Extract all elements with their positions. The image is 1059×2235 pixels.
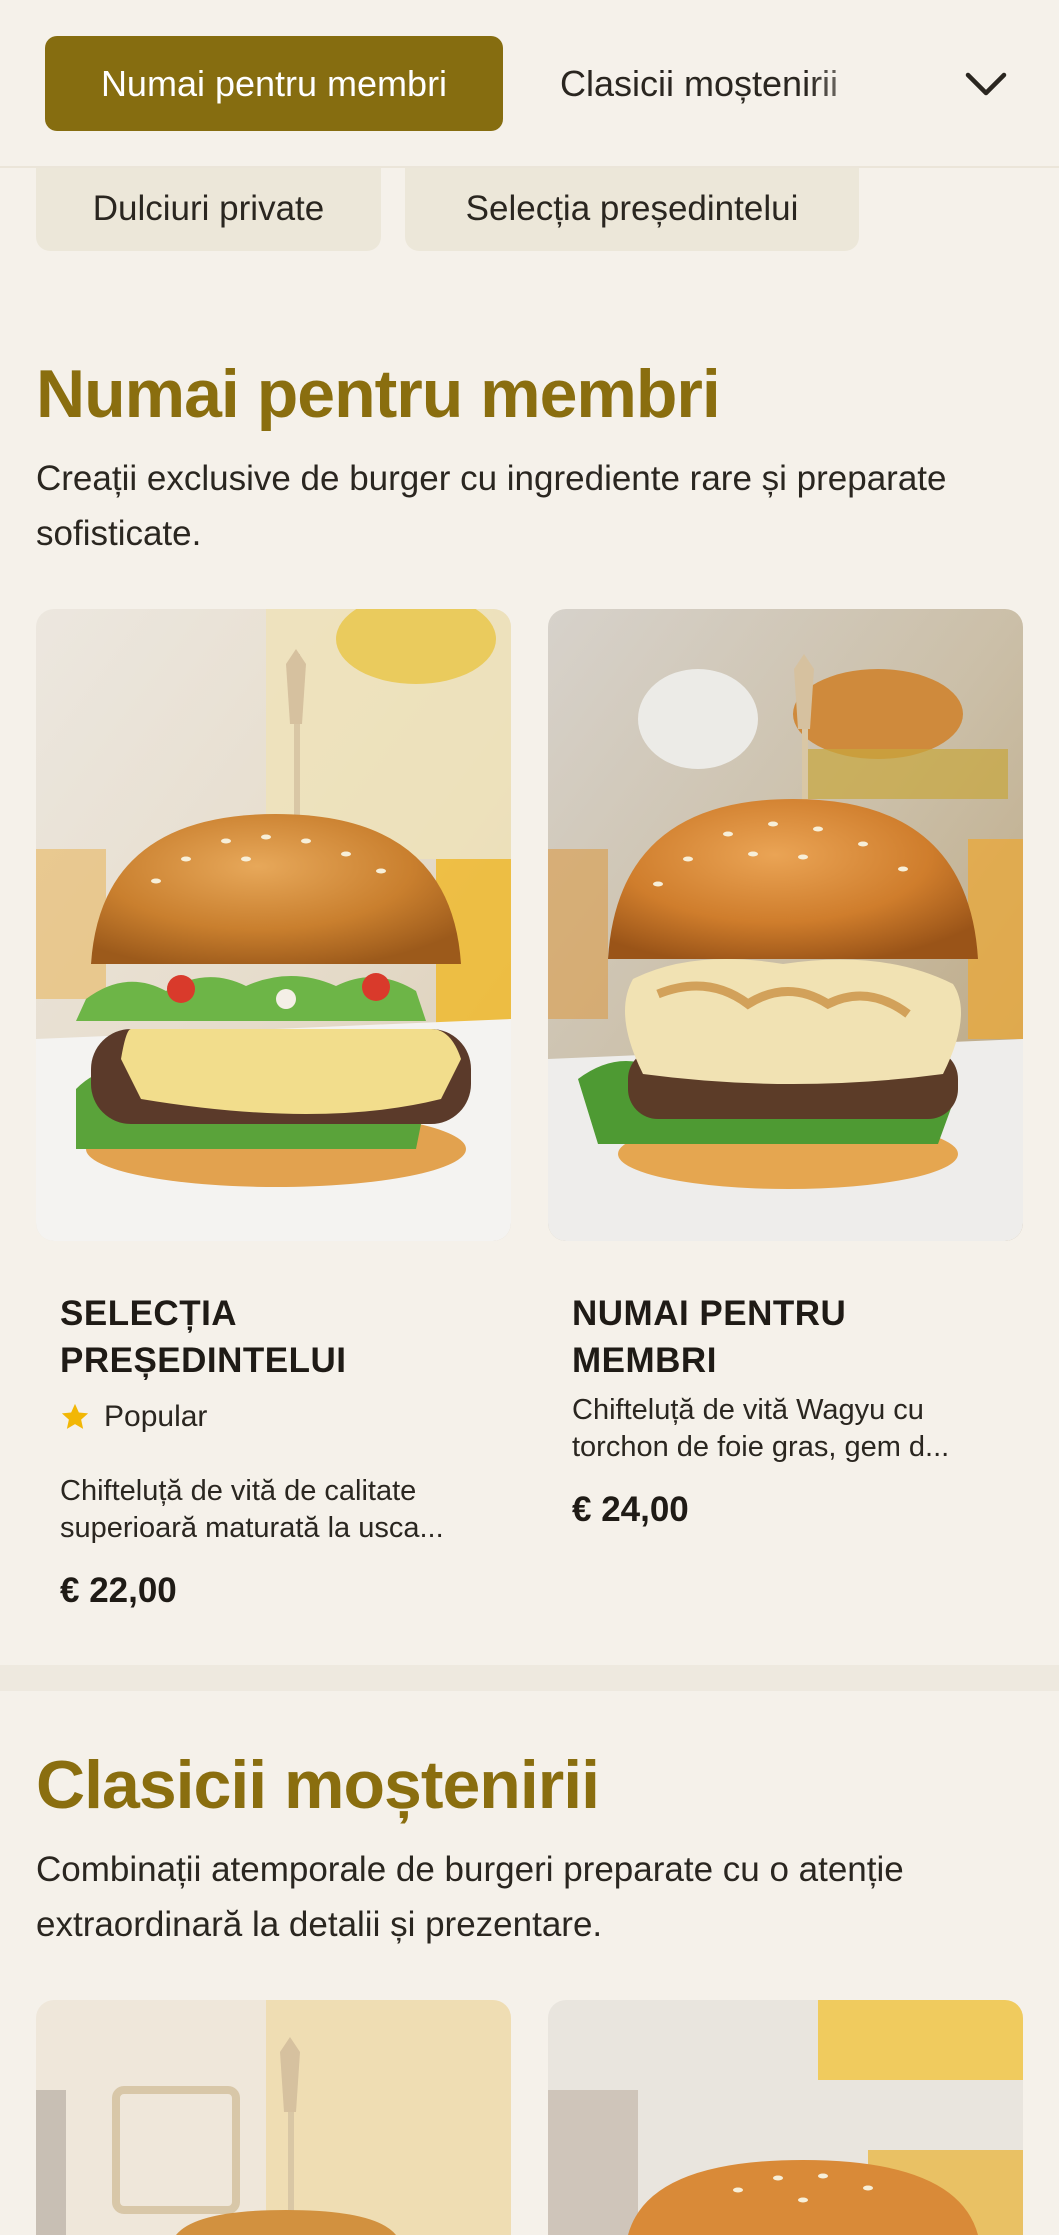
- tab-numai-pentru-membri[interactable]: Numai pentru membri: [45, 36, 503, 131]
- burger-image[interactable]: [548, 2000, 1023, 2235]
- tab-selectia-presedintelui[interactable]: Selecția președintelui: [405, 166, 859, 251]
- burger-image[interactable]: [36, 2000, 511, 2235]
- section-title: Numai pentru membri: [36, 356, 721, 432]
- item-name[interactable]: NUMAI PENTRU MEMBRI: [572, 1290, 992, 1384]
- tab-dulciuri-private[interactable]: Dulciuri private: [36, 166, 381, 251]
- section-divider: [0, 1665, 1059, 1691]
- item-price: € 24,00: [572, 1490, 689, 1529]
- chevron-down-icon[interactable]: [958, 60, 1014, 108]
- section-description: Combinații atemporale de burgeri prepara…: [36, 1850, 904, 1944]
- category-nav: Numai pentru membri Clasicii moștenirii: [0, 0, 1059, 168]
- popular-badge: Popular: [60, 1400, 207, 1434]
- item-price: € 22,00: [60, 1571, 177, 1610]
- badge-label: Popular: [104, 1400, 208, 1433]
- star-icon: [61, 1403, 89, 1429]
- item-name[interactable]: SELECȚIA PREȘEDINTELUI: [60, 1290, 480, 1384]
- item-description: Chifteluță de vită de calitate superioar…: [60, 1475, 444, 1544]
- burger-image[interactable]: [36, 609, 511, 1241]
- tab-clasicii-mostenirii[interactable]: Clasicii moștenirii: [560, 36, 890, 131]
- burger-image[interactable]: [548, 609, 1023, 1241]
- item-description: Chifteluță de vită Wagyu cu torchon de f…: [572, 1394, 950, 1463]
- section-title: Clasicii moștenirii: [36, 1747, 600, 1823]
- section-description: Creații exclusive de burger cu ingredien…: [36, 459, 947, 553]
